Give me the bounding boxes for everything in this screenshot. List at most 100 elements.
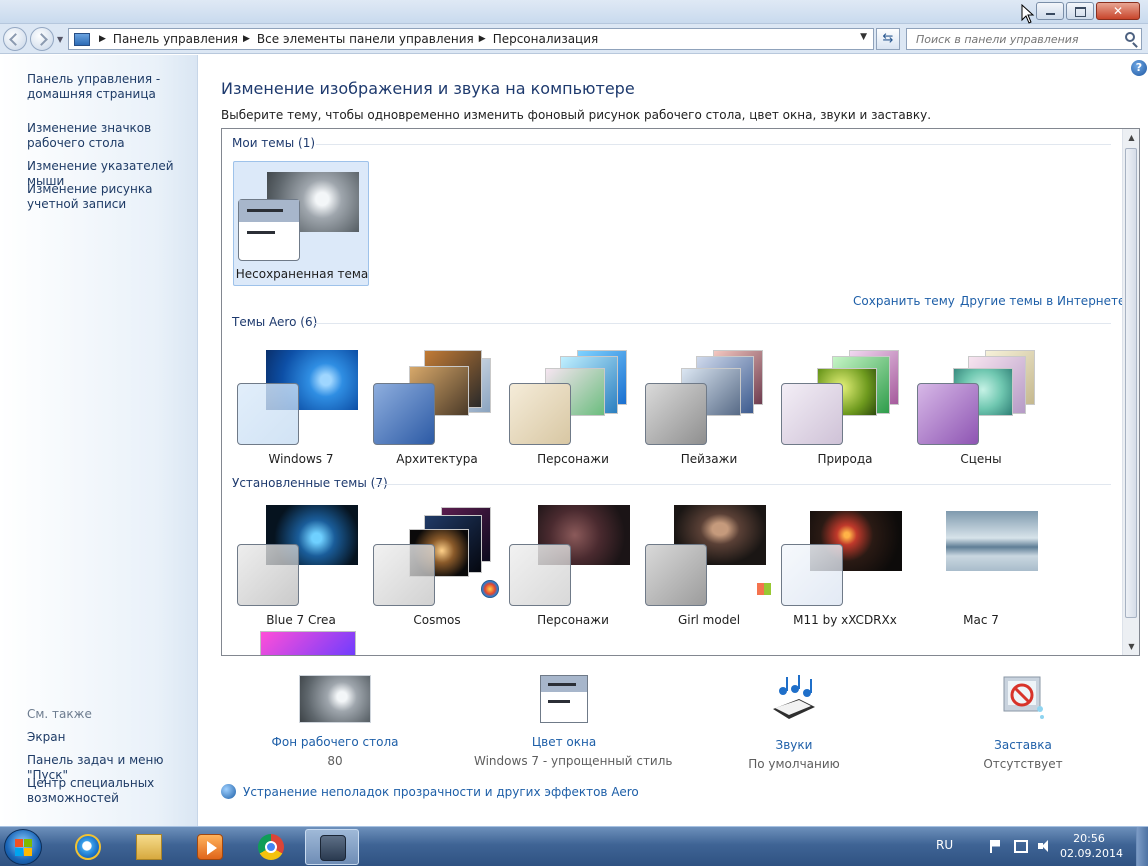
theme-characters[interactable]: Персонажи [505, 346, 641, 471]
forward-button[interactable] [30, 27, 54, 51]
nav-link-desktop-icons[interactable]: Изменение значков рабочего стола [27, 121, 197, 151]
nav-link-account-picture[interactable]: Изменение рисунка учетной записи [27, 182, 197, 212]
theme-nature[interactable]: Природа [777, 346, 913, 471]
window-color-swatch [509, 383, 571, 445]
breadcrumb-control-panel[interactable]: Панель управления [113, 32, 238, 46]
scroll-up-icon[interactable]: ▲ [1123, 129, 1139, 146]
breadcrumb-arrow-icon[interactable]: ▶ [243, 34, 250, 44]
taskbar-internet-explorer[interactable] [61, 829, 115, 865]
theme-label: Персонажи [537, 613, 609, 627]
window-color-swatch [645, 544, 707, 606]
close-icon: ✕ [1112, 4, 1124, 18]
minimize-button[interactable] [1036, 2, 1064, 20]
theme-landscapes[interactable]: Пейзажи [641, 346, 777, 471]
theme-cosmos[interactable]: Cosmos [369, 507, 505, 632]
breadcrumb-personalization[interactable]: Персонализация [493, 32, 599, 46]
theme-label: Blue 7 Crea [266, 613, 336, 627]
breadcrumb-arrow-icon[interactable]: ▶ [479, 34, 486, 44]
theme-architecture[interactable]: Архитектура [369, 346, 505, 471]
network-icon[interactable] [1014, 840, 1028, 853]
search-input[interactable] [907, 29, 1112, 49]
windows-logo-icon [15, 839, 32, 856]
sounds-link[interactable]: Звуки [704, 738, 884, 752]
sounds-option[interactable]: Звуки По умолчанию [704, 675, 884, 771]
window-color-value: Windows 7 - упрощенный стиль [474, 754, 673, 768]
theme-label: Персонажи [537, 452, 609, 466]
see-also-display[interactable]: Экран [27, 730, 197, 745]
page-description: Выберите тему, чтобы одновременно измени… [221, 108, 932, 122]
explorer-folder-icon [136, 834, 162, 860]
window-caption-buttons: ✕ [1034, 2, 1140, 20]
taskbar: RU 20:56 02.09.2014 [0, 826, 1148, 866]
taskbar-media-player[interactable] [183, 829, 237, 865]
theme-scenes[interactable]: Сцены [913, 346, 1049, 471]
window-color-link[interactable]: Цвет окна [474, 735, 654, 749]
see-also-heading: См. также [27, 707, 92, 721]
address-bar[interactable]: ▶ Панель управления ▶ Все элементы панел… [68, 28, 874, 50]
desktop-background-value: 80 [327, 754, 343, 768]
window-color-swatch [373, 383, 435, 445]
scrollbar-thumb[interactable] [1125, 148, 1137, 618]
taskbar-explorer[interactable] [122, 829, 176, 865]
show-desktop-button[interactable] [1136, 827, 1148, 866]
taskbar-chrome[interactable] [244, 829, 298, 865]
theme-blue-7-crea[interactable]: Blue 7 Crea [233, 505, 369, 632]
window-color-swatch [373, 544, 435, 606]
aero-troubleshoot-link[interactable]: Устранение неполадок прозрачности и друг… [243, 785, 639, 799]
recent-pages-dropdown[interactable]: ▼ [57, 35, 63, 44]
themes-list[interactable]: Мои темы (1) Несохраненная тема Сохранит… [221, 128, 1140, 656]
start-button[interactable] [4, 829, 42, 865]
restore-button[interactable] [1066, 2, 1094, 20]
more-themes-online-link[interactable]: Другие темы в Интернете [960, 294, 1125, 308]
window-color-swatch [645, 383, 707, 445]
save-theme-link[interactable]: Сохранить тему [853, 294, 955, 308]
logo-quadrant [24, 848, 32, 856]
theme-unsaved[interactable]: Несохраненная тема [233, 161, 369, 286]
refresh-button[interactable]: ⇆ [876, 28, 900, 50]
desktop-background-option[interactable]: Фон рабочего стола 80 [245, 675, 425, 768]
group-header-my-themes: Мои темы (1) [232, 136, 316, 150]
screensaver-link[interactable]: Заставка [933, 738, 1113, 752]
theme-windows-7[interactable]: Windows 7 [233, 346, 369, 471]
themes-scrollbar[interactable]: ▲ ▼ [1122, 129, 1139, 655]
speaker-cone [1042, 840, 1048, 852]
search-box[interactable] [906, 28, 1142, 50]
back-button[interactable] [3, 27, 27, 51]
aero-troubleshoot[interactable]: Устранение неполадок прозрачности и друг… [221, 784, 639, 799]
theme-characters-installed[interactable]: Персонажи [505, 505, 641, 632]
internet-explorer-icon [75, 834, 101, 860]
close-button[interactable]: ✕ [1096, 2, 1140, 20]
window-color-icon [540, 675, 588, 723]
language-indicator[interactable]: RU [936, 838, 953, 852]
scroll-down-icon[interactable]: ▼ [1123, 638, 1139, 655]
swatch-line [247, 209, 283, 212]
screensaver-option[interactable]: Заставка Отсутствует [933, 675, 1113, 771]
help-icon[interactable]: ? [1131, 60, 1147, 76]
volume-icon[interactable] [1038, 840, 1052, 853]
breadcrumb-all-items[interactable]: Все элементы панели управления [257, 32, 474, 46]
search-icon[interactable] [1125, 32, 1135, 42]
window-color-swatch [237, 383, 299, 445]
theme-label: Cosmos [413, 613, 461, 627]
window-color-swatch [509, 544, 571, 606]
theme-thumbnail-partial[interactable] [260, 631, 356, 655]
desktop-background-link[interactable]: Фон рабочего стола [245, 735, 425, 749]
control-panel-icon [74, 32, 90, 46]
theme-mac-7[interactable]: Mac 7 [913, 507, 1049, 632]
address-dropdown-icon[interactable]: ▼ [860, 32, 867, 42]
chrome-icon [258, 834, 284, 860]
action-center-flag-icon[interactable] [990, 840, 1000, 853]
taskbar-control-panel[interactable] [305, 829, 359, 865]
navigation-bar: ▼ ▶ Панель управления ▶ Все элементы пан… [0, 24, 1148, 54]
window-color-swatch [238, 199, 300, 261]
window-color-option[interactable]: Цвет окна Windows 7 - упрощенный стиль [474, 675, 673, 768]
nav-link-control-panel-home[interactable]: Панель управления - домашняя страница [27, 72, 197, 102]
breadcrumb-arrow-icon[interactable]: ▶ [99, 34, 106, 44]
window-color-swatch [781, 544, 843, 606]
theme-girl-model[interactable]: Girl model [641, 505, 777, 632]
system-clock[interactable]: 20:56 02.09.2014 [1060, 831, 1123, 861]
theme-m11[interactable]: M11 by xXCDRXx [777, 507, 913, 632]
breadcrumb: ▶ Панель управления ▶ Все элементы панел… [94, 32, 598, 46]
swatch-line [247, 231, 275, 234]
see-also-ease-of-access[interactable]: Центр специальных возможностей [27, 776, 157, 806]
